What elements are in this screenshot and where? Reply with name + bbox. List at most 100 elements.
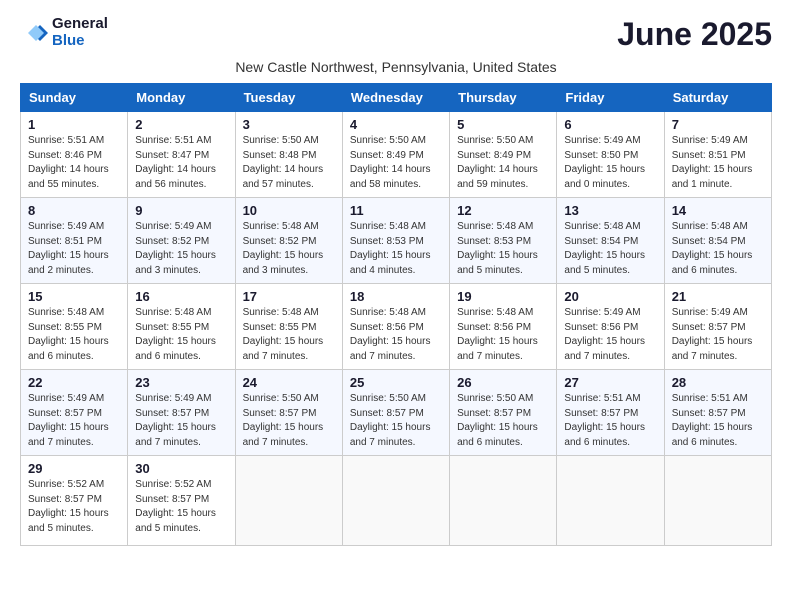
month-title: June 2025	[617, 16, 772, 53]
calendar-cell: 8 Sunrise: 5:49 AM Sunset: 8:51 PM Daylig…	[21, 198, 128, 284]
day-number: 15	[28, 289, 120, 304]
day-number: 22	[28, 375, 120, 390]
calendar-cell: 27 Sunrise: 5:51 AM Sunset: 8:57 PM Dayli…	[557, 370, 664, 456]
calendar-cell: 17 Sunrise: 5:48 AM Sunset: 8:55 PM Dayli…	[235, 284, 342, 370]
calendar-cell: 28Sunrise: 5:51 AM Sunset: 8:57 PM Dayli…	[664, 370, 771, 456]
day-info: Sunrise: 5:48 AM Sunset: 8:54 PM Dayligh…	[564, 220, 656, 278]
day-info: Sunrise: 5:49 AM Sunset: 8:56 PM Dayligh…	[564, 306, 656, 364]
day-number: 8	[28, 203, 120, 218]
day-info: Sunrise: 5:49 AM Sunset: 8:52 PM Dayligh…	[135, 220, 227, 278]
day-number: 28	[672, 375, 764, 390]
calendar-header-tuesday: Tuesday	[235, 84, 342, 112]
day-number: 27	[564, 375, 656, 390]
day-number: 7	[672, 117, 764, 132]
day-number: 3	[243, 117, 335, 132]
day-info: Sunrise: 5:51 AM Sunset: 8:57 PM Dayligh…	[564, 392, 656, 450]
calendar-header-friday: Friday	[557, 84, 664, 112]
day-info: Sunrise: 5:49 AM Sunset: 8:57 PM Dayligh…	[28, 392, 120, 450]
calendar-cell: 19Sunrise: 5:48 AM Sunset: 8:56 PM Dayli…	[450, 284, 557, 370]
day-number: 30	[135, 461, 227, 476]
header: General Blue June 2025	[20, 16, 772, 53]
logo-icon	[20, 19, 48, 47]
day-number: 19	[457, 289, 549, 304]
day-info: Sunrise: 5:50 AM Sunset: 8:49 PM Dayligh…	[457, 134, 549, 192]
day-number: 10	[243, 203, 335, 218]
calendar-header-thursday: Thursday	[450, 84, 557, 112]
day-info: Sunrise: 5:50 AM Sunset: 8:57 PM Dayligh…	[243, 392, 335, 450]
day-info: Sunrise: 5:48 AM Sunset: 8:55 PM Dayligh…	[28, 306, 120, 364]
day-info: Sunrise: 5:48 AM Sunset: 8:53 PM Dayligh…	[350, 220, 442, 278]
day-number: 14	[672, 203, 764, 218]
calendar-cell: 15 Sunrise: 5:48 AM Sunset: 8:55 PM Dayli…	[21, 284, 128, 370]
calendar-header-row: SundayMondayTuesdayWednesdayThursdayFrid…	[21, 84, 772, 112]
calendar-header-saturday: Saturday	[664, 84, 771, 112]
calendar-week-row: 15 Sunrise: 5:48 AM Sunset: 8:55 PM Dayli…	[21, 284, 772, 370]
calendar-cell: 7Sunrise: 5:49 AM Sunset: 8:51 PM Daylig…	[664, 112, 771, 198]
calendar-week-row: 1 Sunrise: 5:51 AM Sunset: 8:46 PM Daylig…	[21, 112, 772, 198]
logo-text: General Blue	[52, 16, 108, 49]
calendar-cell: 1 Sunrise: 5:51 AM Sunset: 8:46 PM Daylig…	[21, 112, 128, 198]
day-info: Sunrise: 5:49 AM Sunset: 8:57 PM Dayligh…	[672, 306, 764, 364]
calendar-cell: 12Sunrise: 5:48 AM Sunset: 8:53 PM Dayli…	[450, 198, 557, 284]
day-info: Sunrise: 5:51 AM Sunset: 8:47 PM Dayligh…	[135, 134, 227, 192]
day-number: 25	[350, 375, 442, 390]
day-info: Sunrise: 5:49 AM Sunset: 8:51 PM Dayligh…	[28, 220, 120, 278]
calendar-cell: 14Sunrise: 5:48 AM Sunset: 8:54 PM Dayli…	[664, 198, 771, 284]
day-info: Sunrise: 5:49 AM Sunset: 8:57 PM Dayligh…	[135, 392, 227, 450]
day-number: 11	[350, 203, 442, 218]
day-info: Sunrise: 5:50 AM Sunset: 8:49 PM Dayligh…	[350, 134, 442, 192]
calendar-cell: 29Sunrise: 5:52 AM Sunset: 8:57 PM Dayli…	[21, 456, 128, 546]
day-info: Sunrise: 5:48 AM Sunset: 8:53 PM Dayligh…	[457, 220, 549, 278]
day-info: Sunrise: 5:52 AM Sunset: 8:57 PM Dayligh…	[28, 478, 120, 536]
day-info: Sunrise: 5:48 AM Sunset: 8:56 PM Dayligh…	[350, 306, 442, 364]
calendar-week-row: 8 Sunrise: 5:49 AM Sunset: 8:51 PM Daylig…	[21, 198, 772, 284]
day-number: 4	[350, 117, 442, 132]
day-number: 6	[564, 117, 656, 132]
calendar-cell: 10 Sunrise: 5:48 AM Sunset: 8:52 PM Dayli…	[235, 198, 342, 284]
calendar-cell	[557, 456, 664, 546]
day-number: 9	[135, 203, 227, 218]
calendar-cell: 16Sunrise: 5:48 AM Sunset: 8:55 PM Dayli…	[128, 284, 235, 370]
day-number: 2	[135, 117, 227, 132]
logo-blue: Blue	[52, 33, 108, 50]
day-number: 26	[457, 375, 549, 390]
day-number: 13	[564, 203, 656, 218]
calendar: SundayMondayTuesdayWednesdayThursdayFrid…	[20, 83, 772, 546]
logo-general: General	[52, 16, 108, 33]
calendar-cell: 30Sunrise: 5:52 AM Sunset: 8:57 PM Dayli…	[128, 456, 235, 546]
day-info: Sunrise: 5:50 AM Sunset: 8:57 PM Dayligh…	[457, 392, 549, 450]
calendar-cell	[235, 456, 342, 546]
calendar-cell: 9 Sunrise: 5:49 AM Sunset: 8:52 PM Daylig…	[128, 198, 235, 284]
day-number: 16	[135, 289, 227, 304]
day-number: 1	[28, 117, 120, 132]
calendar-cell: 26 Sunrise: 5:50 AM Sunset: 8:57 PM Dayli…	[450, 370, 557, 456]
calendar-cell: 6 Sunrise: 5:49 AM Sunset: 8:50 PM Daylig…	[557, 112, 664, 198]
day-number: 23	[135, 375, 227, 390]
day-info: Sunrise: 5:48 AM Sunset: 8:52 PM Dayligh…	[243, 220, 335, 278]
calendar-header-sunday: Sunday	[21, 84, 128, 112]
day-info: Sunrise: 5:51 AM Sunset: 8:46 PM Dayligh…	[28, 134, 120, 192]
calendar-cell: 25 Sunrise: 5:50 AM Sunset: 8:57 PM Dayli…	[342, 370, 449, 456]
calendar-cell: 24 Sunrise: 5:50 AM Sunset: 8:57 PM Dayli…	[235, 370, 342, 456]
calendar-cell: 20 Sunrise: 5:49 AM Sunset: 8:56 PM Dayli…	[557, 284, 664, 370]
day-info: Sunrise: 5:49 AM Sunset: 8:50 PM Dayligh…	[564, 134, 656, 192]
calendar-week-row: 22 Sunrise: 5:49 AM Sunset: 8:57 PM Dayli…	[21, 370, 772, 456]
calendar-cell: 22 Sunrise: 5:49 AM Sunset: 8:57 PM Dayli…	[21, 370, 128, 456]
day-info: Sunrise: 5:48 AM Sunset: 8:55 PM Dayligh…	[243, 306, 335, 364]
calendar-cell	[342, 456, 449, 546]
calendar-week-row: 29Sunrise: 5:52 AM Sunset: 8:57 PM Dayli…	[21, 456, 772, 546]
calendar-cell: 11 Sunrise: 5:48 AM Sunset: 8:53 PM Dayli…	[342, 198, 449, 284]
calendar-body: 1 Sunrise: 5:51 AM Sunset: 8:46 PM Daylig…	[21, 112, 772, 546]
calendar-header-monday: Monday	[128, 84, 235, 112]
calendar-cell: 18Sunrise: 5:48 AM Sunset: 8:56 PM Dayli…	[342, 284, 449, 370]
day-number: 21	[672, 289, 764, 304]
day-info: Sunrise: 5:50 AM Sunset: 8:57 PM Dayligh…	[350, 392, 442, 450]
calendar-cell	[664, 456, 771, 546]
location-title: New Castle Northwest, Pennsylvania, Unit…	[20, 59, 772, 75]
day-number: 24	[243, 375, 335, 390]
day-info: Sunrise: 5:50 AM Sunset: 8:48 PM Dayligh…	[243, 134, 335, 192]
day-number: 20	[564, 289, 656, 304]
calendar-cell: 21 Sunrise: 5:49 AM Sunset: 8:57 PM Dayli…	[664, 284, 771, 370]
calendar-cell: 3 Sunrise: 5:50 AM Sunset: 8:48 PM Daylig…	[235, 112, 342, 198]
day-number: 17	[243, 289, 335, 304]
